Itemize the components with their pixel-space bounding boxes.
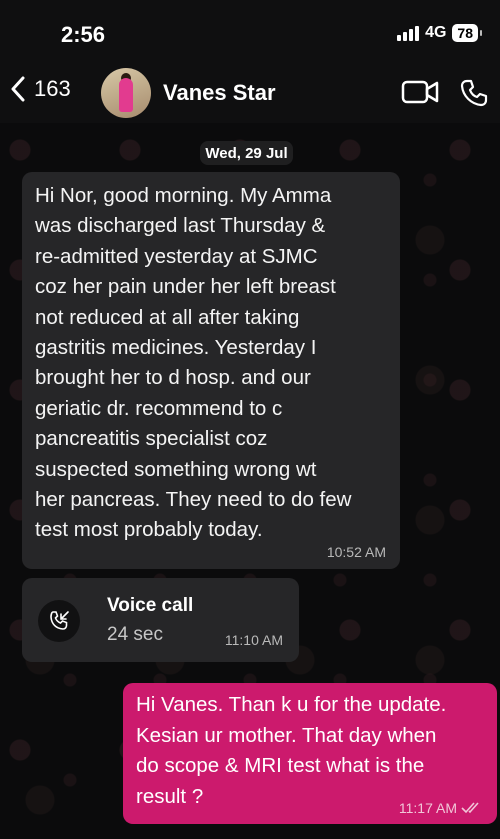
read-ticks-icon bbox=[461, 802, 479, 814]
signal-icon bbox=[397, 25, 420, 41]
missed-call-icon bbox=[38, 600, 80, 642]
message-text: Hi Vanes. Than k u for the update. Kesia… bbox=[136, 693, 447, 808]
status-time: 2:56 bbox=[61, 22, 106, 47]
unread-count: 163 bbox=[34, 76, 71, 101]
avatar[interactable] bbox=[101, 68, 151, 118]
incoming-message[interactable]: Hi Nor, good morning. My Amma was discha… bbox=[22, 172, 400, 569]
message-text: Hi Nor, good morning. My Amma was discha… bbox=[35, 184, 352, 542]
contact-name[interactable]: Vanes Star bbox=[163, 80, 276, 106]
top-bar: 2:56 4G 78 163 Vanes Star bbox=[0, 0, 500, 123]
status-indicators: 4G 78 bbox=[397, 24, 482, 42]
back-chevron-icon bbox=[11, 76, 25, 102]
message-time: 10:52 AM bbox=[326, 544, 386, 560]
voice-call-message[interactable]: Voice call 24 sec 11:10 AM bbox=[22, 578, 299, 662]
call-duration: 24 sec bbox=[107, 624, 163, 645]
message-time: 11:17 AM bbox=[398, 800, 457, 816]
date-chip: Wed, 29 Jul bbox=[200, 141, 293, 165]
network-type: 4G bbox=[425, 24, 447, 41]
video-call-icon[interactable] bbox=[401, 78, 439, 111]
outgoing-message[interactable]: Hi Vanes. Than k u for the update. Kesia… bbox=[123, 683, 497, 824]
call-title: Voice call bbox=[107, 595, 194, 616]
call-time: 11:10 AM bbox=[224, 632, 283, 648]
back-button[interactable]: 163 bbox=[10, 76, 71, 102]
phone-icon[interactable] bbox=[459, 78, 489, 113]
battery-icon: 78 bbox=[452, 24, 482, 42]
message-meta: 11:17 AM bbox=[399, 800, 483, 816]
